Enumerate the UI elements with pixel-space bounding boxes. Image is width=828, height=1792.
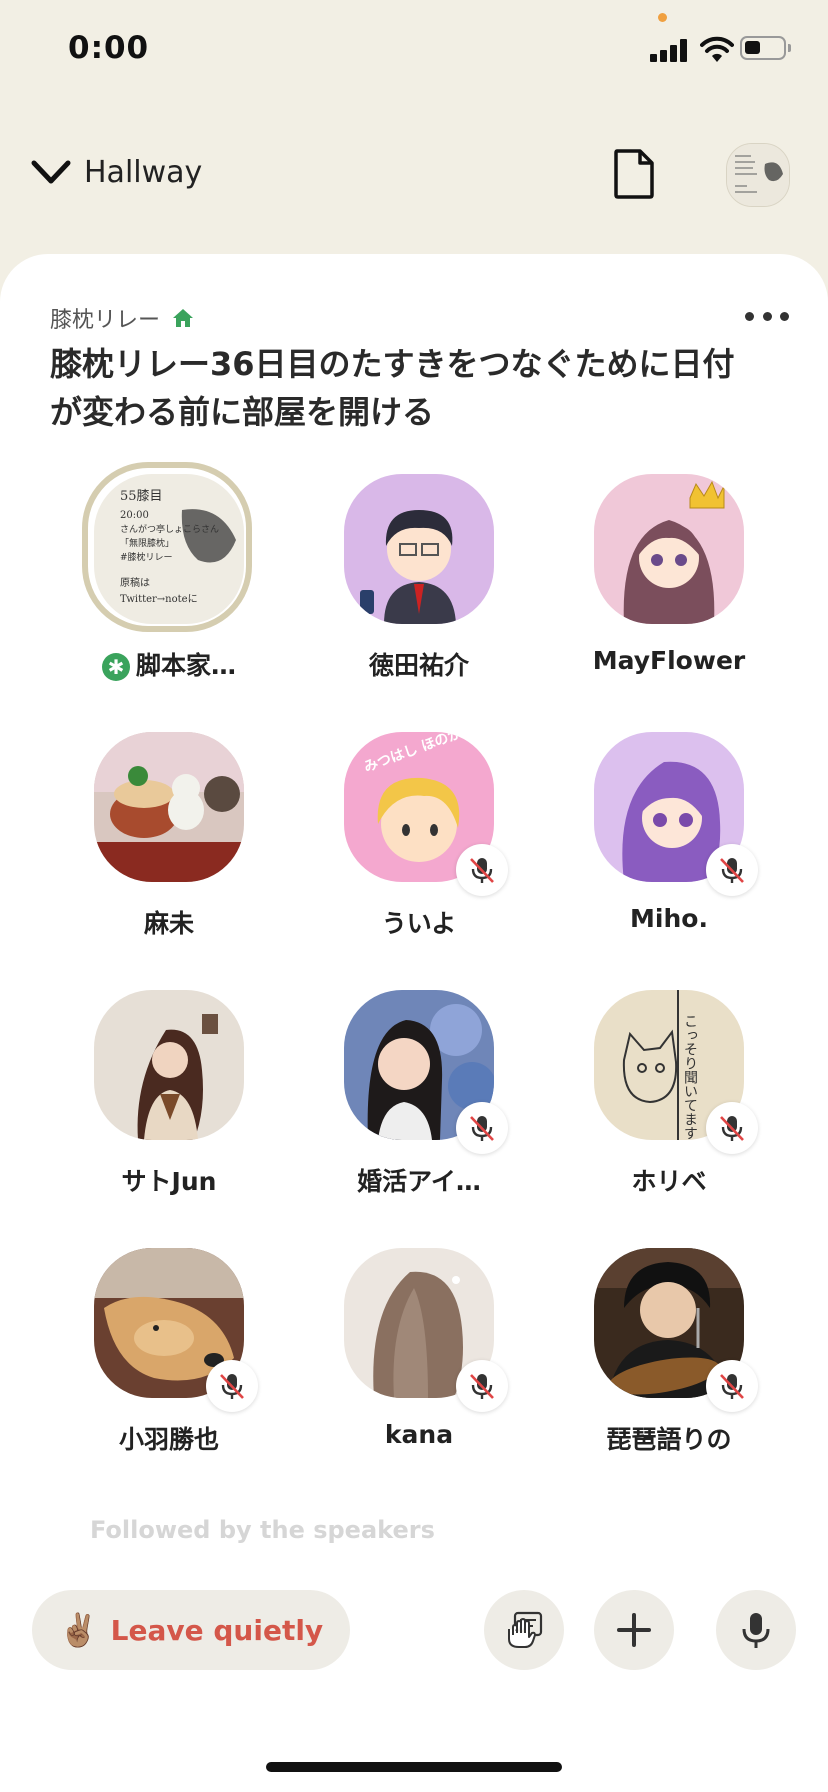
room-card: 膝枕リレー 膝枕リレー36日目のたすきをつなぐために日付が変わる前に部屋を開ける…	[0, 254, 828, 1792]
speaker-tile[interactable]: 55膝目 20:00 さんがつ亭しょこらさん 「無限膝枕」 #膝枕リレー 原稿は…	[40, 462, 288, 714]
mic-muted-badge	[206, 1360, 258, 1412]
battery-icon	[740, 36, 791, 60]
leave-label: Leave quietly	[110, 1613, 324, 1647]
status-bar: 0:00	[0, 0, 828, 100]
mic-off-icon	[720, 1116, 744, 1141]
speaker-tile[interactable]: サトJun	[40, 990, 288, 1230]
svg-text:#膝枕リレー: #膝枕リレー	[120, 551, 173, 563]
svg-text:原稿は: 原稿は	[120, 576, 150, 589]
speaker-name: 婚活アイ…	[357, 1167, 481, 1196]
mic-muted-badge	[456, 844, 508, 896]
mic-off-icon	[470, 858, 494, 883]
speaker-name: ✱ 脚本家…	[40, 646, 298, 682]
speaker-tile[interactable]: みつはし ほのか ういよ	[290, 732, 538, 972]
wifi-icon	[700, 36, 734, 62]
recording-dot-icon	[658, 13, 667, 22]
back-label: Hallway	[84, 154, 203, 190]
avatar: 55膝目 20:00 さんがつ亭しょこらさん 「無限膝枕」 #膝枕リレー 原稿は…	[94, 474, 244, 624]
mic-off-icon	[470, 1116, 494, 1141]
speaker-name: 小羽勝也	[118, 1425, 219, 1454]
chevron-down-icon	[31, 160, 71, 184]
speaker-tile[interactable]: 徳田祐介	[290, 474, 538, 714]
speaker-name: 琵琶語りの	[606, 1425, 732, 1454]
house-icon	[173, 309, 194, 327]
followed-by-speakers-heading: Followed by the speakers	[90, 1516, 435, 1544]
speaker-name: Miho.	[630, 904, 708, 933]
status-time: 0:00	[68, 30, 150, 66]
home-indicator[interactable]	[266, 1762, 562, 1772]
mic-off-icon	[220, 1374, 244, 1399]
raise-hand-icon	[508, 1611, 543, 1648]
profile-avatar-button[interactable]	[726, 143, 790, 207]
mic-off-icon	[720, 1374, 744, 1399]
microphone-icon	[742, 1613, 770, 1648]
svg-text:「無限膝枕」: 「無限膝枕」	[120, 537, 174, 549]
speaker-tile[interactable]: 麻未	[40, 732, 288, 972]
hallway-back-button[interactable]: Hallway	[30, 150, 202, 194]
peace-hand-icon: ✌🏽	[58, 1611, 99, 1649]
speaker-tile[interactable]: MayFlower	[540, 474, 788, 714]
avatar-note-text: こっそり聞いてます	[682, 1014, 698, 1140]
top-bar: Hallway	[0, 130, 828, 210]
svg-text:20:00: 20:00	[120, 510, 149, 521]
speaker-name: kana	[384, 1420, 454, 1449]
speaker-tile[interactable]: 小羽勝也	[40, 1248, 288, 1488]
leave-quietly-button[interactable]: ✌🏽 Leave quietly	[32, 1590, 350, 1670]
more-options-button[interactable]	[745, 312, 789, 324]
plus-icon	[617, 1613, 651, 1647]
speaker-name: ホリベ	[631, 1167, 707, 1196]
avatar	[94, 732, 244, 882]
speaker-name: サトJun	[121, 1167, 217, 1196]
speaker-tile[interactable]: 婚活アイ…	[290, 990, 538, 1230]
room-title: 膝枕リレー36日目のたすきをつなぐために日付が変わる前に部屋を開ける	[50, 345, 735, 431]
mic-muted-badge	[456, 1360, 508, 1412]
avatar	[344, 474, 494, 624]
club-name[interactable]: 膝枕リレー	[50, 302, 194, 334]
speaker-name: 徳田祐介	[368, 651, 469, 680]
avatar	[94, 990, 244, 1140]
speaker-name: 麻未	[143, 909, 194, 938]
club-label: 膝枕リレー	[50, 308, 161, 333]
speaker-tile[interactable]: Miho.	[540, 732, 788, 972]
speaker-tile[interactable]: こっそり聞いてます ホリベ	[540, 990, 788, 1230]
speaker-tile[interactable]: 琵琶語りの	[540, 1248, 788, 1488]
speaker-name: ういよ	[381, 909, 457, 938]
document-icon[interactable]	[612, 148, 656, 200]
moderator-badge-icon: ✱	[101, 653, 130, 681]
mic-muted-badge	[706, 1360, 758, 1412]
raise-hand-button[interactable]	[484, 1590, 564, 1670]
avatar	[594, 474, 744, 624]
add-button[interactable]	[594, 1590, 674, 1670]
speaker-name: MayFlower	[592, 646, 746, 675]
cellular-signal-icon	[650, 38, 692, 62]
microphone-button[interactable]	[716, 1590, 796, 1670]
svg-text:さんがつ亭しょこらさん: さんがつ亭しょこらさん	[120, 523, 219, 535]
svg-text:Twitter→noteに: Twitter→noteに	[120, 593, 198, 605]
mic-off-icon	[470, 1374, 494, 1399]
mic-muted-badge	[706, 844, 758, 896]
mic-muted-badge	[456, 1102, 508, 1154]
speaker-tile[interactable]: kana	[290, 1248, 538, 1488]
avatar-text: 55膝目	[120, 489, 163, 504]
mic-off-icon	[720, 858, 744, 883]
mic-muted-badge	[706, 1102, 758, 1154]
